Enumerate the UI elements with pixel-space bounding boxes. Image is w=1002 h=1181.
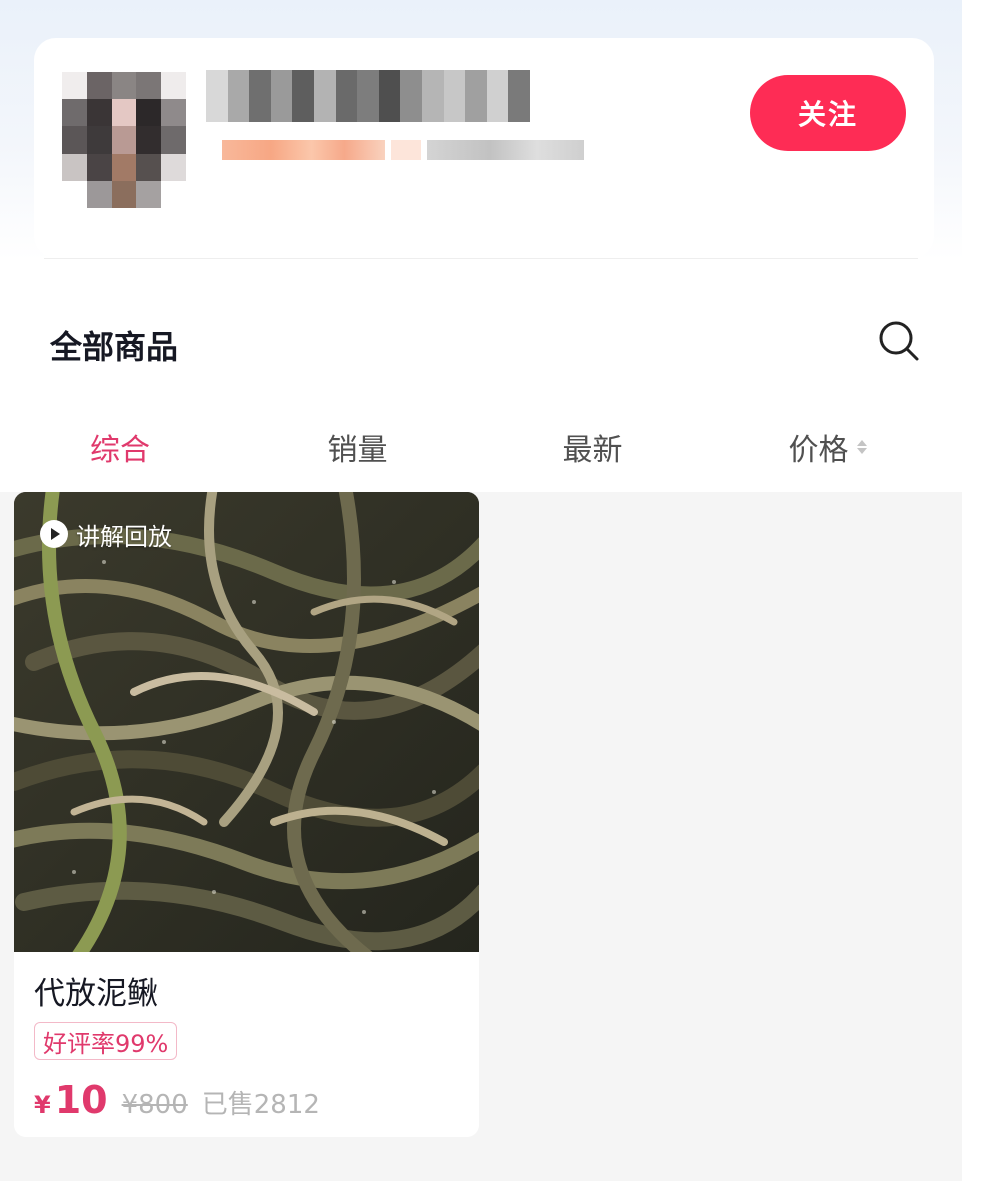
tab-label: 综合	[90, 433, 150, 468]
app-frame: 关注 全部商品 综合 销量 最新 价格 讲解回放 代放泥鳅 好评率99% ¥ 1…	[0, 0, 962, 1181]
shop-name-redacted	[206, 70, 530, 122]
product-card[interactable]: 讲解回放 代放泥鳅 好评率99% ¥ 10 ¥800 已售2812	[14, 492, 479, 1137]
price-row: ¥ 10 ¥800 已售2812	[34, 1078, 320, 1122]
rating-tag: 好评率99%	[34, 1022, 178, 1060]
sold-count: 已售2812	[201, 1090, 320, 1120]
loach-fish-image	[14, 492, 479, 952]
original-price: ¥800	[121, 1090, 188, 1120]
tab-label: 最新	[562, 433, 623, 468]
tab-sales[interactable]: 销量	[240, 412, 475, 482]
replay-label: 讲解回放	[76, 522, 172, 551]
search-icon[interactable]	[876, 318, 922, 364]
tab-newest[interactable]: 最新	[475, 412, 710, 482]
product-title: 代放泥鳅	[34, 976, 158, 1012]
price-currency: ¥	[34, 1091, 51, 1119]
section-title: 全部商品	[50, 328, 179, 366]
header-divider	[44, 258, 918, 259]
price-value: 10	[54, 1078, 108, 1122]
tab-comprehensive[interactable]: 综合	[0, 412, 240, 482]
sort-arrows-icon	[856, 440, 867, 454]
product-grid: 讲解回放 代放泥鳅 好评率99% ¥ 10 ¥800 已售2812	[0, 492, 962, 1181]
replay-badge[interactable]: 讲解回放	[36, 516, 184, 552]
tab-label: 价格	[788, 433, 849, 468]
shop-stats-redacted	[222, 140, 584, 160]
shop-avatar[interactable]	[62, 72, 186, 208]
product-image[interactable]: 讲解回放	[14, 492, 479, 952]
tab-price[interactable]: 价格	[710, 412, 945, 482]
sort-tabs: 综合 销量 最新 价格	[0, 412, 962, 482]
follow-button[interactable]: 关注	[750, 75, 906, 151]
play-icon	[40, 520, 68, 548]
tab-label: 销量	[327, 433, 388, 468]
